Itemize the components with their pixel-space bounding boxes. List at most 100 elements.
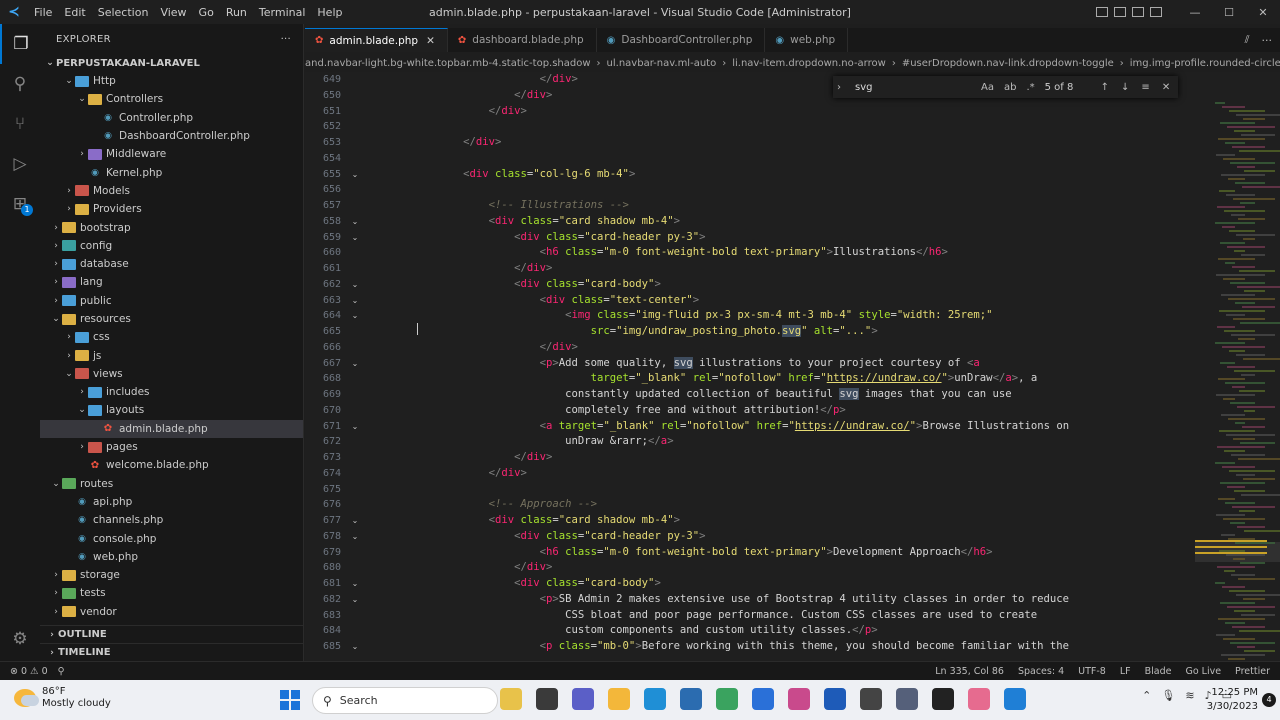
- fold-chevron-icon[interactable]: ⌄: [349, 293, 361, 309]
- customize-layout-icon[interactable]: [1150, 7, 1162, 17]
- task-view-icon[interactable]: [536, 688, 558, 710]
- folder-item[interactable]: › css: [40, 328, 303, 346]
- github-app-icon[interactable]: [932, 688, 954, 710]
- folder-item[interactable]: › bootstrap: [40, 218, 303, 236]
- breadcrumb-item[interactable]: and.navbar-light.bg-white.topbar.mb-4.st…: [305, 58, 591, 69]
- code-line[interactable]: [361, 182, 1069, 198]
- match-case-icon[interactable]: Aa: [981, 82, 994, 93]
- fold-chevron-icon[interactable]: ⌄: [349, 419, 361, 435]
- code-line[interactable]: constantly updated collection of beautif…: [361, 387, 1069, 403]
- minimap[interactable]: [1195, 72, 1280, 661]
- close-tab-icon[interactable]: ✕: [426, 35, 435, 47]
- unity-app-icon[interactable]: [860, 688, 882, 710]
- toggle-panel-icon[interactable]: [1114, 7, 1126, 17]
- fold-chevron-icon[interactable]: ⌄: [349, 230, 361, 246]
- folder-item[interactable]: ⌄ routes: [40, 475, 303, 493]
- file-item[interactable]: ◉ DashboardController.php: [40, 127, 303, 145]
- more-actions-icon[interactable]: ···: [281, 34, 291, 45]
- search-icon[interactable]: ⚲: [0, 64, 40, 104]
- find-in-selection-icon[interactable]: ≡: [1141, 82, 1149, 93]
- editor-tab[interactable]: ◉ DashboardController.php: [596, 28, 766, 52]
- code-line[interactable]: <div class="text-center">: [361, 293, 1069, 309]
- status-right-item[interactable]: UTF-8: [1078, 666, 1106, 677]
- widget-app-icon[interactable]: [500, 688, 522, 710]
- word-app-icon[interactable]: [824, 688, 846, 710]
- timeline-section[interactable]: › TIMELINE: [40, 643, 304, 661]
- status-right-item[interactable]: Blade: [1145, 666, 1172, 677]
- code-line[interactable]: <div class="card-header py-3">: [361, 529, 1069, 545]
- menu-edit[interactable]: Edit: [58, 6, 91, 19]
- fold-chevron-icon[interactable]: ⌄: [349, 513, 361, 529]
- folder-item[interactable]: ⌄ Http: [40, 72, 303, 90]
- folder-item[interactable]: › Providers: [40, 200, 303, 218]
- more-actions-icon[interactable]: ···: [1262, 34, 1273, 47]
- status-right-item[interactable]: Ln 335, Col 86: [935, 666, 1004, 677]
- microphone-icon[interactable]: 🎙: [1161, 689, 1175, 702]
- vscode-app-icon[interactable]: [1004, 688, 1026, 710]
- code-line[interactable]: <img class="img-fluid px-3 px-sm-4 mt-3 …: [361, 308, 1069, 324]
- breadcrumb-item[interactable]: li.nav-item.dropdown.no-arrow: [732, 58, 886, 69]
- code-line[interactable]: </div>: [361, 560, 1069, 576]
- folder-item[interactable]: › Middleware: [40, 145, 303, 163]
- code-line[interactable]: custom components and custom utility cla…: [361, 623, 1069, 639]
- weather-widget[interactable]: 86°F Mostly cloudy: [14, 686, 111, 710]
- fold-chevron-icon[interactable]: ⌄: [349, 308, 361, 324]
- file-item[interactable]: ◉ Kernel.php: [40, 163, 303, 181]
- start-button[interactable]: [280, 690, 300, 710]
- outline-section[interactable]: › OUTLINE: [40, 625, 304, 643]
- minimize-icon[interactable]: —: [1178, 6, 1212, 19]
- chat-app-icon[interactable]: [572, 688, 594, 710]
- folder-item[interactable]: › lang: [40, 273, 303, 291]
- folder-item[interactable]: › Models: [40, 182, 303, 200]
- breadcrumb-item[interactable]: img.img-profile.rounded-circle: [1130, 58, 1280, 69]
- code-line[interactable]: <p>Add some quality, svg illustrations t…: [361, 356, 1069, 372]
- code-line[interactable]: CSS bloat and poor page performance. Cus…: [361, 608, 1069, 624]
- code-line[interactable]: </div>: [361, 104, 1069, 120]
- file-item[interactable]: ✿ welcome.blade.php: [40, 456, 303, 474]
- file-item[interactable]: ◉ Controller.php: [40, 109, 303, 127]
- split-editor-icon[interactable]: ⫽: [1245, 33, 1250, 47]
- notification-badge[interactable]: 4: [1262, 693, 1276, 707]
- fold-chevron-icon[interactable]: ⌄: [349, 214, 361, 230]
- code-line[interactable]: unDraw &rarr;</a>: [361, 434, 1069, 450]
- status-left-item[interactable]: ⊗ 0 ⚠ 0: [10, 666, 48, 677]
- chrome-browser-icon[interactable]: [716, 688, 738, 710]
- edge-browser-icon[interactable]: [644, 688, 666, 710]
- editor-tab[interactable]: ◉ web.php: [765, 28, 849, 52]
- folder-item[interactable]: › config: [40, 237, 303, 255]
- close-find-icon[interactable]: ✕: [1162, 82, 1170, 93]
- code-line[interactable]: <div class="card-header py-3">: [361, 230, 1069, 246]
- next-match-icon[interactable]: ↓: [1121, 82, 1129, 93]
- code-lines[interactable]: </div> </div> </div> </div> <div class="…: [361, 72, 1069, 655]
- code-line[interactable]: <div class="card-body">: [361, 277, 1069, 293]
- code-line[interactable]: <div class="card shadow mb-4">: [361, 513, 1069, 529]
- fold-chevron-icon[interactable]: ⌄: [349, 167, 361, 183]
- toggle-secondary-sidebar-icon[interactable]: [1132, 7, 1144, 17]
- find-input[interactable]: svg: [851, 82, 981, 93]
- status-right-item[interactable]: Go Live: [1185, 666, 1221, 677]
- notepad-app-icon[interactable]: [752, 688, 774, 710]
- status-right-item[interactable]: Spaces: 4: [1018, 666, 1064, 677]
- close-icon[interactable]: ✕: [1246, 6, 1280, 19]
- run-debug-icon[interactable]: ▷: [0, 144, 40, 184]
- folder-item[interactable]: › database: [40, 255, 303, 273]
- manage-gear-icon[interactable]: ⚙: [0, 619, 40, 659]
- maximize-icon[interactable]: ☐: [1212, 6, 1246, 19]
- code-line[interactable]: [361, 119, 1069, 135]
- file-item[interactable]: ◉ api.php: [40, 493, 303, 511]
- code-line[interactable]: [361, 151, 1069, 167]
- folder-item[interactable]: ⌄ layouts: [40, 401, 303, 419]
- editor-tab[interactable]: ✿ dashboard.blade.php: [447, 28, 597, 52]
- code-line[interactable]: completely free and without attribution!…: [361, 403, 1069, 419]
- folder-item[interactable]: › tests: [40, 584, 303, 602]
- folder-item[interactable]: ⌄ Controllers: [40, 90, 303, 108]
- code-line[interactable]: target="_blank" rel="nofollow" href="htt…: [361, 371, 1069, 387]
- figma-app-icon[interactable]: [788, 688, 810, 710]
- source-control-icon[interactable]: ⑂: [0, 104, 40, 144]
- code-line[interactable]: <p class="mb-0">Before working with this…: [361, 639, 1069, 655]
- wifi-icon[interactable]: ≋: [1185, 689, 1194, 702]
- code-line[interactable]: <p>SB Admin 2 makes extensive use of Boo…: [361, 592, 1069, 608]
- file-item[interactable]: ◉ web.php: [40, 548, 303, 566]
- fold-chevron-icon[interactable]: ⌄: [349, 639, 361, 655]
- menu-selection[interactable]: Selection: [92, 6, 155, 19]
